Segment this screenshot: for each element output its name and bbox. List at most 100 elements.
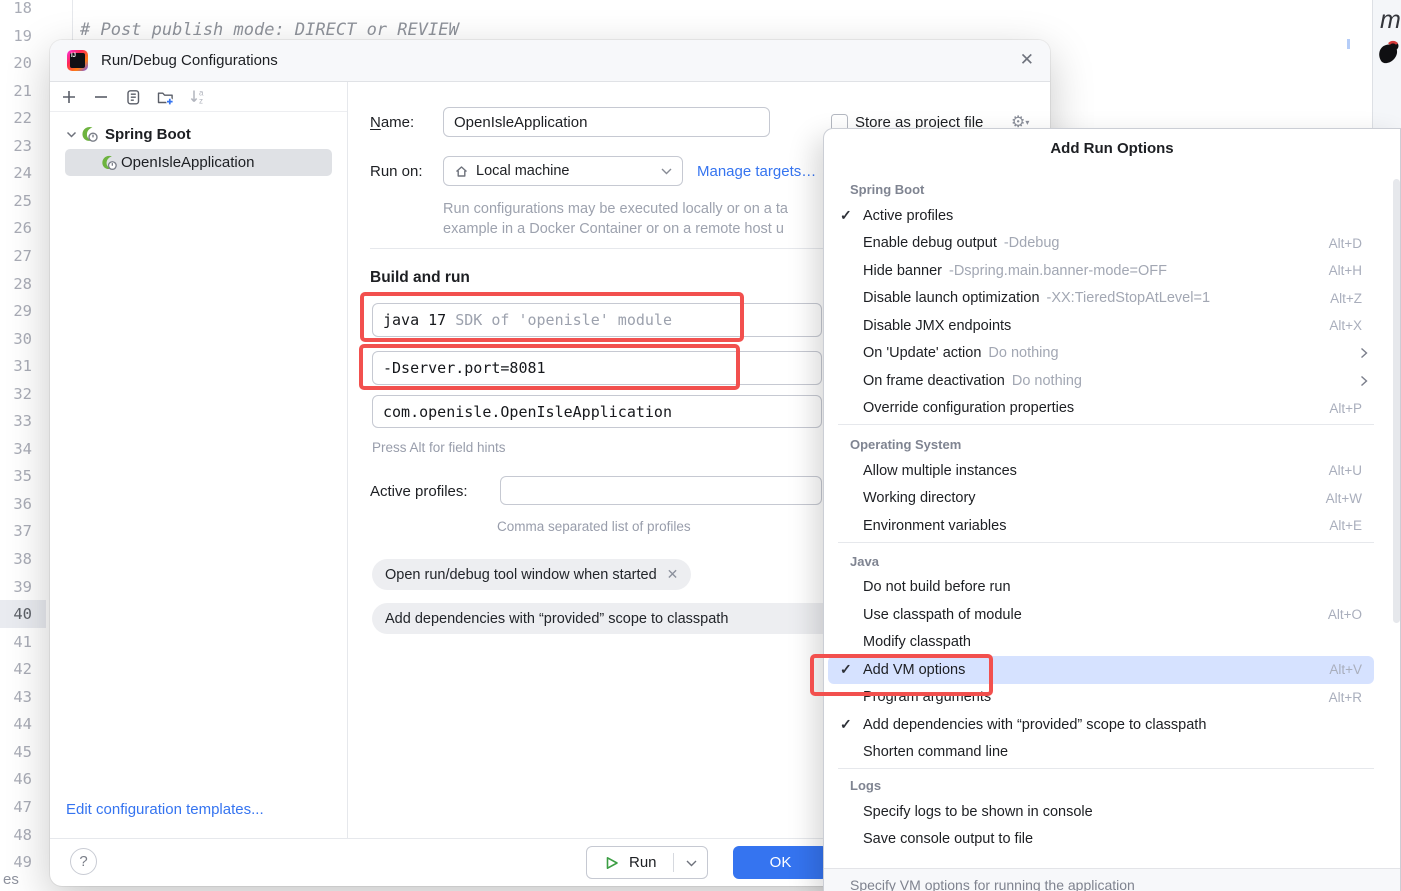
menu-item-label: Add VM options [863, 662, 965, 678]
chevron-down-icon[interactable] [686, 860, 697, 867]
dialog-header: IJ Run/Debug Configurations ✕ [50, 40, 1050, 82]
line-number: 34 [0, 435, 46, 463]
right-pane-text: m [1380, 6, 1401, 35]
active-profiles-input[interactable] [500, 476, 822, 505]
remove-tag-icon[interactable]: ✕ [667, 566, 679, 583]
tree-node-openisleapplication[interactable]: OpenIsleApplication [65, 149, 332, 176]
run-on-select[interactable]: Local machine [443, 156, 683, 186]
add-icon[interactable] [59, 87, 79, 107]
menu-item-label: Environment variables [863, 518, 1006, 534]
popup-scrollbar[interactable] [1393, 179, 1400, 623]
checkmark-icon: ✓ [838, 661, 863, 678]
menu-separator [838, 542, 1374, 543]
menu-item-disable-launch-optimization[interactable]: Disable launch optimization-XX:TieredSto… [828, 285, 1374, 313]
submenu-arrow-icon [1360, 347, 1368, 359]
copy-icon[interactable] [123, 87, 143, 107]
line-number: 22 [0, 104, 46, 132]
jre-value: java 17 [383, 311, 455, 329]
dialog-title: Run/Debug Configurations [101, 52, 278, 69]
line-number: 35 [0, 462, 46, 490]
jre-field[interactable]: java 17 SDK of 'openisle' module [372, 303, 822, 337]
line-number: 41 [0, 628, 46, 656]
menu-item-shorten-command-line[interactable]: Shorten command line [828, 739, 1374, 767]
menu-item-on-update-action[interactable]: On 'Update' actionDo nothing [828, 340, 1374, 368]
menu-item-shortcut: Alt+R [1329, 690, 1362, 705]
menu-item-program-arguments[interactable]: Program arguments Alt+R [828, 684, 1374, 712]
menu-item-specify-logs-to-be-shown-in-console[interactable]: Specify logs to be shown in console [828, 798, 1374, 826]
menu-item-hide-banner[interactable]: Hide banner-Dspring.main.banner-mode=OFF… [828, 257, 1374, 285]
menu-item-on-frame-deactivation[interactable]: On frame deactivationDo nothing [828, 367, 1374, 395]
home-icon [454, 164, 469, 179]
menu-item-override-configuration-properties[interactable]: Override configuration propertiesAlt+P [828, 395, 1374, 423]
menu-item-enable-debug-output[interactable]: Enable debug output-DdebugAlt+D [828, 230, 1374, 258]
edit-configuration-templates-link[interactable]: Edit configuration templates... [66, 801, 264, 818]
menu-item-label: Add dependencies with “provided” scope t… [863, 717, 1206, 733]
spring-boot-icon [100, 153, 119, 172]
line-number: 18 [0, 0, 46, 22]
editor-code-line: # Post publish mode: DIRECT or REVIEW [80, 20, 459, 40]
chevron-down-icon [661, 168, 672, 175]
submenu-arrow-icon [1360, 375, 1368, 387]
menu-item-save-console-output-to-file[interactable]: Save console output to file [828, 826, 1374, 854]
menu-item-label: Use classpath of module [863, 607, 1022, 623]
line-number: 40 [0, 600, 46, 628]
ok-button[interactable]: OK [733, 846, 828, 879]
menu-item-shortcut: Alt+V [1329, 662, 1362, 677]
menu-item-use-classpath-of-module[interactable]: Use classpath of moduleAlt+O [828, 601, 1374, 629]
new-folder-icon[interactable] [155, 87, 175, 107]
run-on-help-line2: example in a Docker Container or on a re… [443, 221, 784, 237]
tag-open-run-tool-window[interactable]: Open run/debug tool window when started … [372, 559, 691, 590]
main-class-value: com.openisle.OpenIsleApplication [383, 403, 672, 421]
vm-options-field[interactable]: -Dserver.port=8081 [372, 351, 822, 385]
menu-section-header-java: Java [824, 545, 1400, 574]
line-number: 43 [0, 683, 46, 711]
menu-item-environment-variables[interactable]: Environment variablesAlt+E [828, 512, 1374, 540]
main-class-field[interactable]: com.openisle.OpenIsleApplication [372, 395, 822, 428]
sort-alphabetically-icon[interactable]: az [187, 87, 207, 107]
menu-item-label: Program arguments [863, 689, 991, 705]
line-number: 24 [0, 159, 46, 187]
intellij-logo-icon: IJ [67, 50, 88, 71]
build-and-run-heading: Build and run [370, 269, 470, 287]
svg-text:z: z [199, 97, 203, 106]
line-number: 37 [0, 517, 46, 545]
line-number: 46 [0, 765, 46, 793]
tree-child-label: OpenIsleApplication [121, 154, 254, 171]
tag-add-dependencies[interactable]: Add dependencies with “provided” scope t… [372, 603, 823, 634]
name-input[interactable]: OpenIsleApplication [443, 107, 770, 137]
menu-item-disable-jmx-endpoints[interactable]: Disable JMX endpointsAlt+X [828, 312, 1374, 340]
menu-item-do-not-build-before-run[interactable]: Do not build before run [828, 574, 1374, 602]
tree-node-spring-boot[interactable]: Spring Boot [50, 121, 347, 147]
close-icon[interactable]: ✕ [1020, 50, 1034, 70]
line-number: 23 [0, 132, 46, 160]
help-icon[interactable]: ? [70, 848, 97, 875]
run-button[interactable]: Run [586, 846, 708, 879]
menu-item-modify-classpath[interactable]: Modify classpath [828, 629, 1374, 657]
editor-caret [1347, 39, 1350, 49]
line-number: 47 [0, 793, 46, 821]
menu-item-active-profiles[interactable]: ✓Active profiles [828, 202, 1374, 230]
spring-boot-icon [80, 124, 100, 144]
menu-item-shortcut: Alt+D [1329, 236, 1362, 251]
manage-targets-link[interactable]: Manage targets… [697, 163, 816, 180]
line-number: 21 [0, 77, 46, 105]
menu-item-hint: -Ddebug [1004, 235, 1060, 251]
menu-item-allow-multiple-instances[interactable]: Allow multiple instancesAlt+U [828, 457, 1374, 485]
menu-item-label: Allow multiple instances [863, 463, 1017, 479]
line-number: 36 [0, 490, 46, 518]
menu-item-hint: Do nothing [1012, 373, 1082, 389]
line-number: 25 [0, 187, 46, 215]
menu-item-add-vm-options[interactable]: ✓Add VM options Alt+V [828, 656, 1374, 684]
menu-section-header-logs: Logs [824, 771, 1400, 798]
menu-item-add-dependencies-with-provided-scope-to-classpath[interactable]: ✓Add dependencies with “provided” scope … [828, 711, 1374, 739]
line-number: 20 [0, 49, 46, 77]
menu-item-label: Working directory [863, 490, 976, 506]
remove-icon[interactable] [91, 87, 111, 107]
menu-item-working-directory[interactable]: Working directoryAlt+W [828, 485, 1374, 513]
popup-menu: Spring Boot✓Active profilesEnable debug … [824, 165, 1400, 853]
menu-item-label: Save console output to file [863, 831, 1033, 847]
run-on-help-line1: Run configurations may be executed local… [443, 201, 788, 217]
line-number: 29 [0, 297, 46, 325]
menu-item-label: Disable launch optimization [863, 290, 1040, 306]
menu-item-hint: -Dspring.main.banner-mode=OFF [949, 263, 1167, 279]
